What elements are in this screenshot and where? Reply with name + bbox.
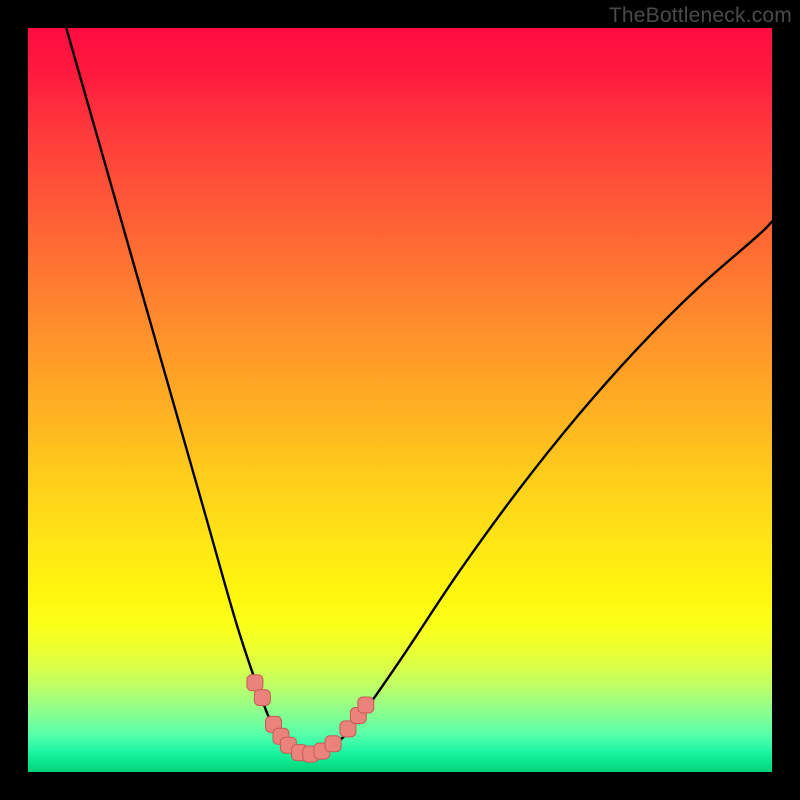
watermark-text: TheBottleneck.com: [609, 4, 792, 28]
marker: [254, 690, 270, 706]
bottleneck-curve: [28, 28, 772, 756]
curve-layer: [28, 28, 772, 772]
plot-area: [28, 28, 772, 772]
marker: [325, 736, 341, 752]
marker: [247, 675, 263, 691]
highlight-markers: [247, 675, 374, 762]
outer-frame: TheBottleneck.com: [0, 0, 800, 800]
marker: [358, 697, 374, 713]
